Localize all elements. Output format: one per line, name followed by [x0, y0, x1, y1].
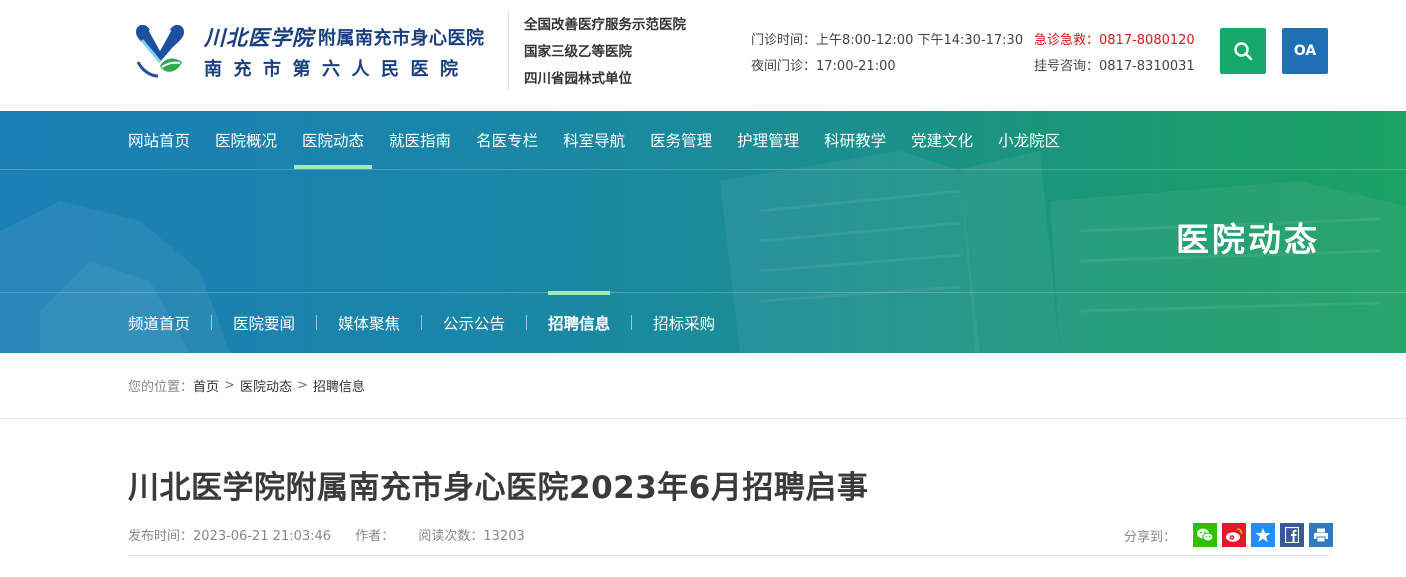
- nav-item-overview[interactable]: 医院概况: [215, 111, 277, 169]
- breadcrumb-separator: >: [224, 378, 235, 393]
- breadcrumb-link-news[interactable]: 医院动态: [240, 376, 292, 395]
- nav-item-home[interactable]: 网站首页: [128, 111, 190, 169]
- subnav-separator: [211, 315, 213, 330]
- search-icon: [1234, 42, 1253, 61]
- emergency-phone: 急诊急救：0817-8080120: [1034, 33, 1195, 48]
- subnav-item-channel-home[interactable]: 频道首页: [128, 292, 190, 353]
- honor-item: 国家三级乙等医院: [524, 44, 632, 60]
- nav-item-medical-affairs[interactable]: 医务管理: [650, 111, 712, 169]
- weibo-icon[interactable]: [1222, 523, 1247, 547]
- honor-item: 四川省园林式单位: [524, 71, 632, 87]
- channel-banner: 网站首页 医院概况 医院动态 就医指南 名医专栏 科室导航 医务管理 护理管理 …: [0, 111, 1406, 353]
- subnav-item-procurement[interactable]: 招标采购: [653, 292, 715, 353]
- nav-divider: [0, 169, 1406, 170]
- wechat-icon[interactable]: [1193, 523, 1218, 547]
- honor-item: 全国改善医疗服务示范医院: [524, 17, 686, 33]
- article-meta: 发布时间：2023-06-21 21:03:46 作者： 阅读次数：13203: [128, 525, 545, 544]
- logo-hospital-alias: 南充市第六人民医院: [204, 59, 470, 80]
- facebook-icon[interactable]: [1280, 523, 1305, 547]
- share-bar: 分享到：: [1124, 523, 1334, 547]
- subnav-separator: [316, 315, 318, 330]
- breadcrumb-separator: >: [296, 378, 308, 393]
- article-rule: [128, 555, 1328, 556]
- logo-script-name: 川北医学院: [204, 25, 314, 50]
- breadcrumb-link-recruitment[interactable]: 招聘信息: [313, 376, 365, 395]
- print-icon[interactable]: [1309, 523, 1334, 547]
- view-count: 阅读次数：13203: [418, 529, 525, 544]
- author: 作者：: [355, 529, 395, 544]
- subnav-separator: [526, 315, 528, 330]
- breadcrumb-rule: [0, 418, 1406, 419]
- nav-item-guide[interactable]: 就医指南: [389, 111, 451, 169]
- registration-phone: 挂号咨询：0817-8310031: [1034, 59, 1195, 74]
- honor-list: 全国改善医疗服务示范医院 国家三级乙等医院 四川省园林式单位: [524, 12, 686, 93]
- clinic-hours-info: 门诊时间：上午8:00-12:00 下午14:30-17:30 夜间门诊：17:…: [751, 28, 1023, 80]
- night-clinic-hours: 夜间门诊：17:00-21:00: [751, 59, 896, 74]
- subnav-item-recruitment[interactable]: 招聘信息: [548, 291, 611, 353]
- sub-nav: 频道首页 医院要闻 媒体聚焦 公示公告 招聘信息 招标采购: [128, 291, 715, 353]
- hospital-logo-icon[interactable]: [128, 18, 192, 82]
- article-title: 川北医学院附属南充市身心医院2023年6月招聘启事: [128, 470, 869, 506]
- nav-item-news[interactable]: 医院动态: [294, 111, 373, 169]
- logo-text[interactable]: 川北医学院 附属南充市身心医院 南充市第六人民医院: [204, 22, 485, 81]
- logo-hospital-name: 附属南充市身心医院: [318, 28, 485, 49]
- subnav-separator: [421, 315, 423, 330]
- breadcrumb: 您的位置： 首页 > 医院动态 > 招聘信息: [128, 376, 365, 395]
- qzone-icon[interactable]: [1251, 523, 1276, 547]
- oa-button[interactable]: OA: [1282, 28, 1328, 74]
- nav-item-xiaolong-campus[interactable]: 小龙院区: [998, 111, 1060, 169]
- publish-time: 发布时间：2023-06-21 21:03:46: [128, 529, 332, 544]
- share-label: 分享到：: [1124, 529, 1177, 545]
- subnav-item-hospital-news[interactable]: 医院要闻: [233, 292, 295, 353]
- nav-item-doctors[interactable]: 名医专栏: [476, 111, 538, 169]
- breadcrumb-link-home[interactable]: 首页: [193, 376, 219, 395]
- subnav-separator: [631, 315, 633, 330]
- nav-item-party-culture[interactable]: 党建文化: [911, 111, 973, 169]
- clinic-hours: 门诊时间：上午8:00-12:00 下午14:30-17:30: [751, 33, 1024, 48]
- breadcrumb-prefix: 您的位置：: [128, 380, 194, 395]
- nav-item-departments[interactable]: 科室导航: [563, 111, 625, 169]
- header-divider: [508, 12, 509, 90]
- nav-item-nursing[interactable]: 护理管理: [737, 111, 799, 169]
- nav-item-research[interactable]: 科研教学: [824, 111, 886, 169]
- banner-title: 医院动态: [1176, 220, 1320, 259]
- site-header: 川北医学院 附属南充市身心医院 南充市第六人民医院 全国改善医疗服务示范医院 国…: [0, 0, 1406, 111]
- subnav-item-notices[interactable]: 公示公告: [443, 292, 505, 353]
- contact-info: 急诊急救：0817-8080120 挂号咨询：0817-8310031: [1034, 28, 1195, 80]
- main-nav: 网站首页 医院概况 医院动态 就医指南 名医专栏 科室导航 医务管理 护理管理 …: [128, 111, 1085, 169]
- subnav-item-media[interactable]: 媒体聚焦: [338, 292, 400, 353]
- search-button[interactable]: [1220, 28, 1266, 74]
